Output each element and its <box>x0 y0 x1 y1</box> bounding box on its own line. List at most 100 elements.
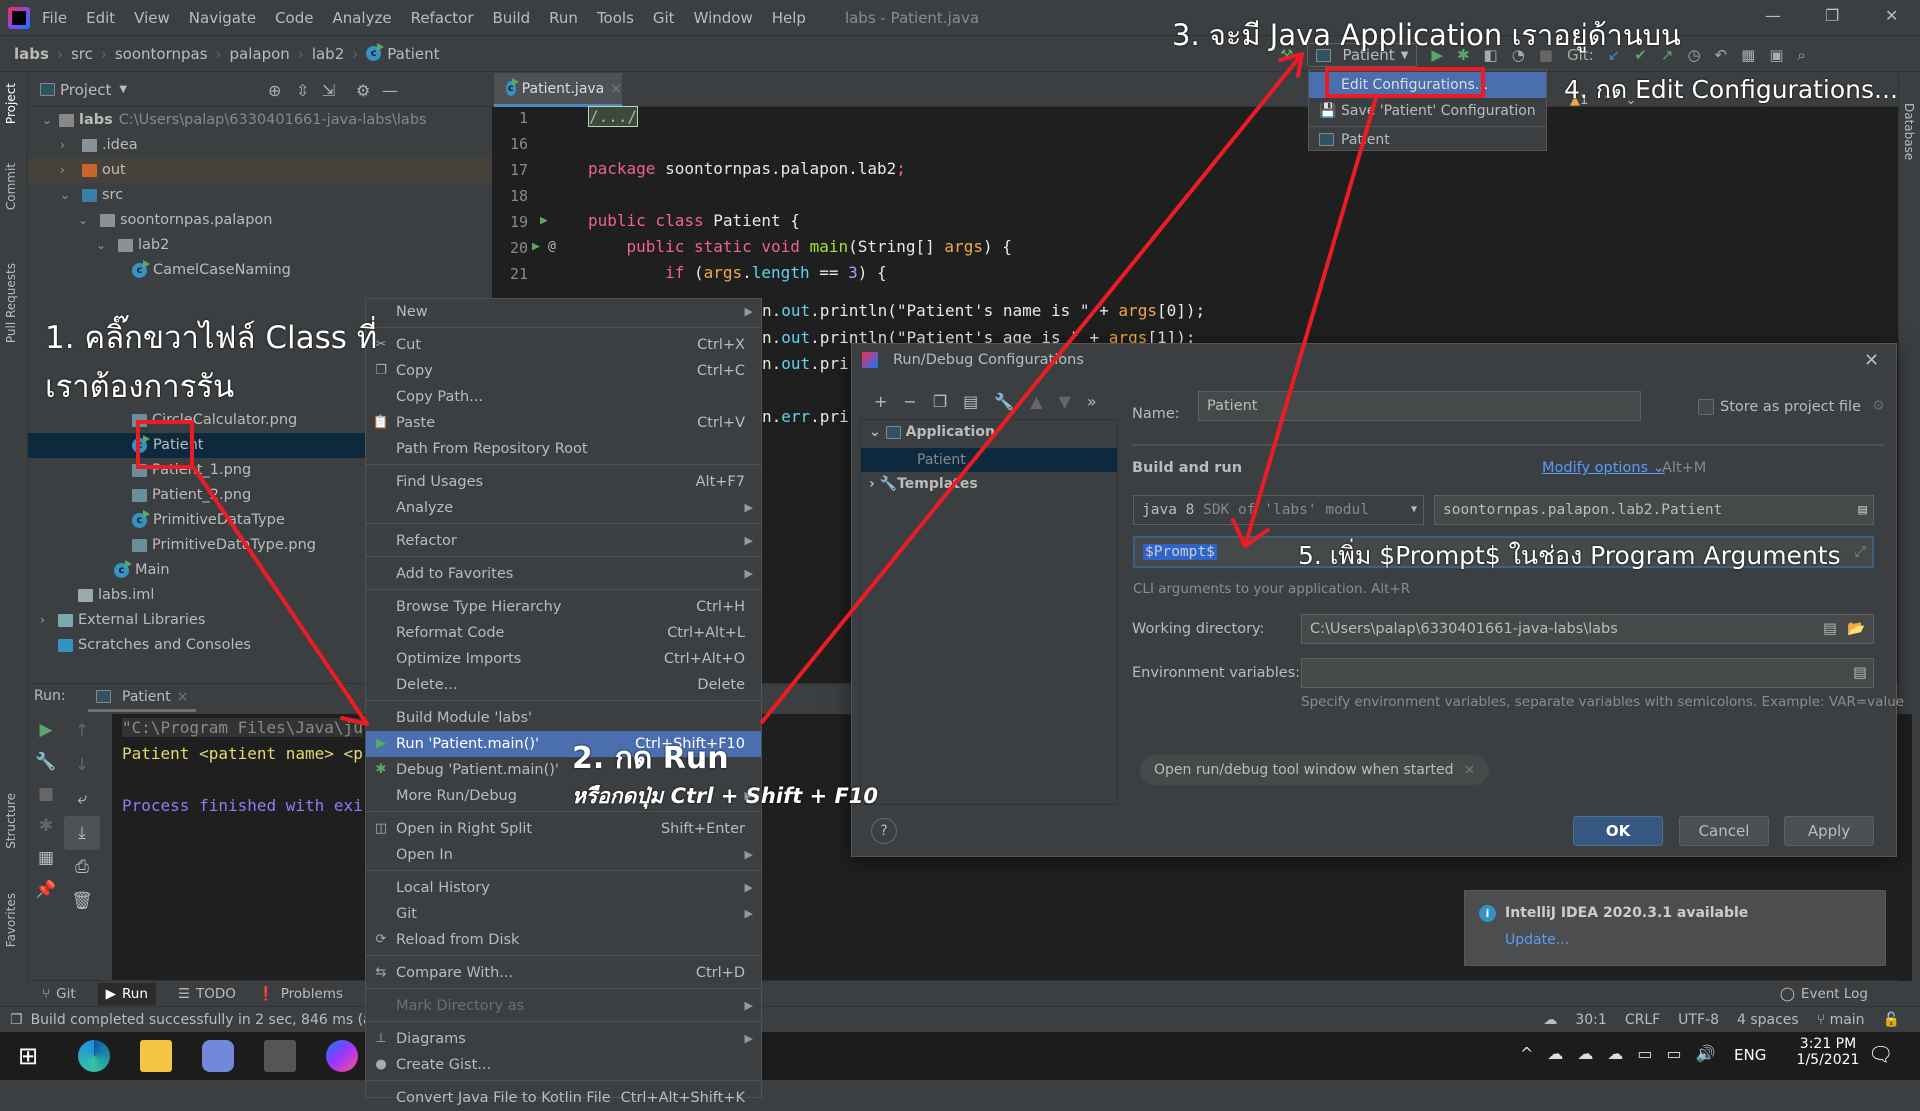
tab-git[interactable]: ⑂ Git <box>42 986 76 1002</box>
menu-item-copy-path[interactable]: Copy Path... <box>366 384 761 410</box>
file-encoding[interactable]: UTF-8 <box>1678 1012 1719 1028</box>
chip-app-icon[interactable] <box>264 1040 296 1072</box>
menu-analyze[interactable]: Analyze <box>332 9 391 27</box>
pin-icon[interactable]: 📌 <box>28 874 64 906</box>
tree-item-lab2[interactable]: ⌄ lab2 <box>28 233 492 258</box>
menu-window[interactable]: Window <box>694 9 753 27</box>
move-down-icon[interactable]: ▼ <box>1059 392 1071 411</box>
event-log-button[interactable]: ◯ Event Log <box>1780 986 1868 1002</box>
indent-setting[interactable]: 4 spaces <box>1737 1012 1799 1028</box>
menu-item-add-to-favorites[interactable]: Add to Favorites ▶ <box>366 561 761 587</box>
clock[interactable]: 3:21 PM 1/5/2021 <box>1788 1036 1868 1068</box>
project-structure-icon[interactable]: ▦ <box>1741 46 1755 64</box>
menu-item-convert-java-file-to-kotlin-file[interactable]: Convert Java File to Kotlin File Ctrl+Alt… <box>366 1085 761 1111</box>
folder-icon[interactable]: 📂 <box>1847 615 1865 643</box>
remove-chip-icon[interactable]: × <box>1464 762 1476 778</box>
history-icon[interactable]: ◷ <box>1687 46 1700 64</box>
tree-item-labs[interactable]: ⌄ labs C:\Users\palap\6330401661-java-labs… <box>28 108 492 133</box>
save-configuration-item[interactable]: 💾 Save 'Patient' Configuration <box>1309 98 1546 124</box>
menu-refactor[interactable]: Refactor <box>411 9 474 27</box>
menu-item-open-in-right-split[interactable]: ◫ Open in Right Split Shift+Enter <box>366 816 761 842</box>
menu-view[interactable]: View <box>134 9 170 27</box>
patient-config-item[interactable]: Patient <box>1309 126 1546 152</box>
windows-start-icon[interactable]: ⊞ <box>18 1042 38 1070</box>
menu-item-reload-from-disk[interactable]: ⟳ Reload from Disk <box>366 927 761 953</box>
code-line[interactable]: n.err.pri <box>762 407 849 426</box>
menu-build[interactable]: Build <box>493 9 531 27</box>
apply-button[interactable]: Apply <box>1784 816 1874 846</box>
tree-item-soontornpas-palapon[interactable]: ⌄ soontornpas.palapon <box>28 208 492 233</box>
run-gutter-icon[interactable]: ▶ <box>540 213 548 228</box>
run-tab-patient[interactable]: Patient × <box>88 684 197 712</box>
tool-favorites[interactable]: Favorites <box>4 893 18 947</box>
tree-item-src[interactable]: ⌄ src <box>28 183 492 208</box>
status-toggle-icon[interactable]: ❐ <box>10 1012 23 1028</box>
browse-icon[interactable]: ▤ <box>1858 496 1867 524</box>
close-tab-icon[interactable]: × <box>610 81 622 97</box>
close-tab-icon[interactable]: × <box>177 689 189 705</box>
locate-icon[interactable]: ⊕ <box>268 81 281 100</box>
edge-icon[interactable] <box>78 1040 110 1072</box>
breadcrumb-item[interactable]: Patient <box>387 45 439 63</box>
tab-todo[interactable]: ☰ TODO <box>178 986 236 1002</box>
stop-icon[interactable]: ■ <box>28 778 64 810</box>
tab-patient-java[interactable]: c Patient.java × <box>494 73 622 107</box>
collapse-all-icon[interactable]: ⇲ <box>322 81 335 100</box>
tree-item--idea[interactable]: › .idea <box>28 133 492 158</box>
system-tray-icons[interactable]: ^☁☁☁▭▭🔊 <box>1520 1044 1730 1063</box>
name-input[interactable]: Patient <box>1198 391 1641 421</box>
close-dialog-icon[interactable]: ✕ <box>1864 350 1879 371</box>
debug-disabled-icon[interactable]: ✱ <box>28 810 64 842</box>
menu-item-create-gist[interactable]: ● Create Gist... <box>366 1052 761 1078</box>
add-icon[interactable]: + <box>874 392 887 411</box>
layout-icon[interactable]: ▦ <box>28 842 64 874</box>
tab-run[interactable]: ▶ Run <box>97 982 156 1005</box>
language-indicator[interactable]: ENG <box>1734 1046 1766 1064</box>
store-as-project-file-checkbox[interactable] <box>1698 399 1714 415</box>
chevron-right-icon[interactable]: › <box>60 133 65 158</box>
run-gutter-icon[interactable]: ▶ <box>532 239 540 254</box>
menu-item-find-usages[interactable]: Find Usages Alt+F7 <box>366 469 761 495</box>
chevron-down-icon[interactable]: ⌄ <box>60 183 70 208</box>
minimize-icon[interactable]: — <box>1765 6 1781 25</box>
menu-item-compare-with[interactable]: ⇆ Compare With... Ctrl+D <box>366 960 761 986</box>
close-window-icon[interactable]: ✕ <box>1885 6 1898 25</box>
git-branch[interactable]: ⑂ main <box>1817 1012 1865 1028</box>
menu-item-paste[interactable]: 📋 Paste Ctrl+V <box>366 410 761 436</box>
code-line[interactable]: public class Patient { <box>588 211 800 230</box>
modify-options-link[interactable]: Modify options ⌄ <box>1542 460 1665 476</box>
tool-commit[interactable]: Commit <box>4 163 18 210</box>
move-up-icon[interactable]: ▲ <box>1030 392 1042 411</box>
up-arrow-icon[interactable]: ↑ <box>64 714 100 748</box>
chevron-down-icon[interactable]: ⌄ <box>42 108 52 133</box>
save-icon[interactable]: ▤ <box>963 392 978 411</box>
tool-database[interactable]: Database <box>1902 103 1916 160</box>
tool-pull-requests[interactable]: Pull Requests <box>4 263 18 343</box>
menu-item-local-history[interactable]: Local History ▶ <box>366 875 761 901</box>
terminal-icon[interactable]: ▣ <box>1769 46 1783 64</box>
cloud-settings-icon[interactable]: ☁ <box>1543 1012 1557 1028</box>
chevron-down-icon[interactable]: ⌄ <box>96 233 106 258</box>
menu-git[interactable]: Git <box>653 9 675 27</box>
help-button[interactable]: ? <box>871 818 897 844</box>
code-line[interactable]: if (args.length == 3) { <box>588 263 887 282</box>
line-separator[interactable]: CRLF <box>1625 1012 1660 1028</box>
menu-edit[interactable]: Edit <box>86 9 115 27</box>
override-gutter-icon[interactable]: @ <box>548 239 556 254</box>
gear-icon[interactable]: ⚙ <box>1872 398 1885 414</box>
expand-icon[interactable]: ⤢ <box>1854 538 1866 566</box>
code-line[interactable]: /.../ <box>588 106 639 127</box>
tree-patient-config[interactable]: Patient <box>861 448 1117 472</box>
menu-item-copy[interactable]: ❐ Copy Ctrl+C <box>366 358 761 384</box>
wrench-icon[interactable]: 🔧 <box>994 392 1014 411</box>
soft-wrap-icon[interactable]: ⤶ <box>64 782 100 816</box>
tree-application-group[interactable]: ⌄ Application <box>869 424 995 440</box>
macro-icon[interactable]: ▤ <box>1823 615 1837 643</box>
chevron-down-icon[interactable]: ⌄ <box>78 208 88 233</box>
code-line[interactable]: public static void main(String[] args) { <box>588 237 1012 256</box>
code-line[interactable]: n.out.pri <box>762 354 849 373</box>
option-chip[interactable]: Open run/debug tool window when started × <box>1140 755 1490 785</box>
down-arrow-icon[interactable]: ↓ <box>64 748 100 782</box>
menu-item-path-from-repository-root[interactable]: Path From Repository Root <box>366 436 761 462</box>
trash-icon[interactable]: 🗑 <box>64 884 100 918</box>
